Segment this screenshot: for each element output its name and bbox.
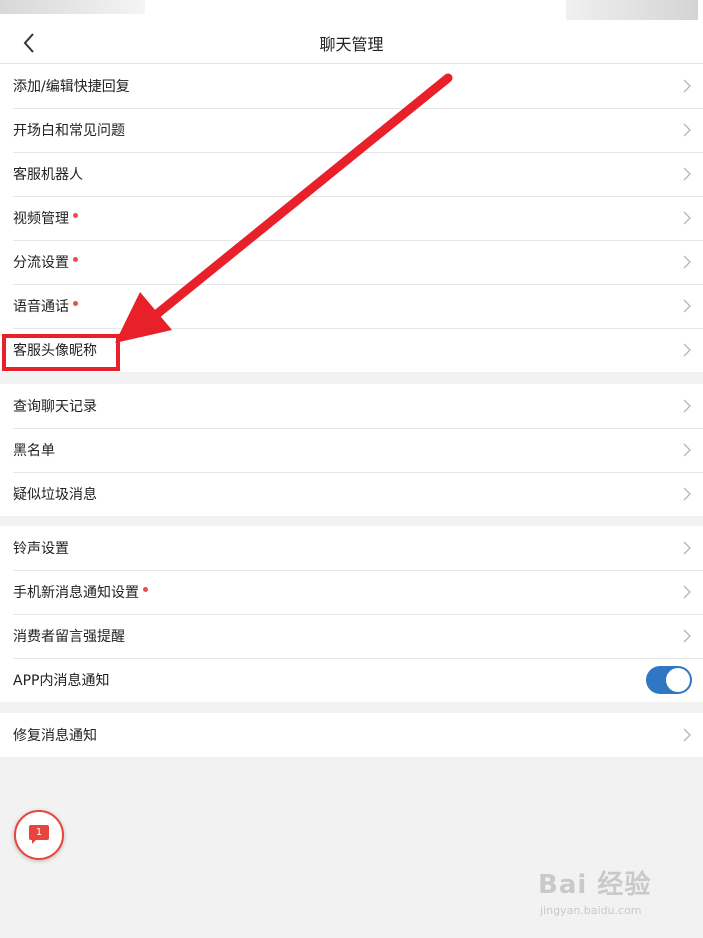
row-consumer-message-alert[interactable]: 消费者留言强提醒 <box>0 614 703 658</box>
row-label: 客服头像昵称 <box>13 343 97 359</box>
row-chat-history[interactable]: 查询聊天记录 <box>0 384 703 428</box>
chevron-right-icon <box>683 585 691 599</box>
chevron-right-icon <box>683 299 691 313</box>
row-blacklist[interactable]: 黑名单 <box>0 428 703 472</box>
row-diversion-settings[interactable]: 分流设置 <box>0 240 703 284</box>
chevron-right-icon <box>683 399 691 413</box>
chevron-right-icon <box>683 487 691 501</box>
blurred-area <box>566 0 698 20</box>
row-repair-notification[interactable]: 修复消息通知 <box>0 713 703 757</box>
watermark-sub: jingyan.baidu.com <box>540 904 642 917</box>
chevron-right-icon <box>683 167 691 181</box>
row-quick-reply[interactable]: 添加/编辑快捷回复 <box>0 64 703 108</box>
row-mobile-notification[interactable]: 手机新消息通知设置 <box>0 570 703 614</box>
row-opening-faq[interactable]: 开场白和常见问题 <box>0 108 703 152</box>
row-label: 视频管理 <box>13 211 69 227</box>
new-dot-badge <box>73 256 78 262</box>
row-video-management[interactable]: 视频管理 <box>0 196 703 240</box>
row-spam-messages[interactable]: 疑似垃圾消息 <box>0 472 703 516</box>
chevron-right-icon <box>683 255 691 269</box>
row-ringtone[interactable]: 铃声设置 <box>0 526 703 570</box>
settings-group-2: 查询聊天记录 黑名单 疑似垃圾消息 <box>0 384 703 516</box>
settings-group-1: 添加/编辑快捷回复 开场白和常见问题 客服机器人 视频管理 分流设置 语音通话 … <box>0 64 703 372</box>
chat-fab-button[interactable]: 1 <box>14 810 64 860</box>
row-label: 查询聊天记录 <box>13 399 97 415</box>
row-label: 添加/编辑快捷回复 <box>13 79 130 95</box>
row-label: 消费者留言强提醒 <box>13 629 125 645</box>
blurred-area <box>0 0 145 14</box>
chevron-right-icon <box>683 123 691 137</box>
new-dot-badge <box>73 300 78 306</box>
row-label: 客服机器人 <box>13 167 83 183</box>
row-label: 手机新消息通知设置 <box>13 585 139 601</box>
chevron-right-icon <box>683 541 691 555</box>
row-label: 语音通话 <box>13 299 69 315</box>
row-label: APP内消息通知 <box>13 673 110 689</box>
page-title: 聊天管理 <box>319 35 384 54</box>
row-label: 黑名单 <box>13 443 55 459</box>
row-label: 分流设置 <box>13 255 69 271</box>
row-label: 修复消息通知 <box>13 728 97 744</box>
new-dot-badge <box>73 212 78 218</box>
app-notification-toggle[interactable] <box>646 666 692 694</box>
row-label: 铃声设置 <box>13 541 69 557</box>
row-voice-call[interactable]: 语音通话 <box>0 284 703 328</box>
chevron-right-icon <box>683 79 691 93</box>
nav-bar: 聊天管理 <box>0 22 703 64</box>
status-bar-remnant <box>0 0 703 22</box>
unread-count: 1 <box>35 827 43 838</box>
settings-group-4: 修复消息通知 <box>0 713 703 757</box>
row-app-notification: APP内消息通知 <box>0 658 703 702</box>
row-label: 疑似垃圾消息 <box>13 487 97 503</box>
row-service-robot[interactable]: 客服机器人 <box>0 152 703 196</box>
row-avatar-nickname[interactable]: 客服头像昵称 <box>0 328 703 372</box>
toggle-knob <box>666 668 690 692</box>
watermark-main: Bai 经验 <box>538 870 652 900</box>
watermark: Bai 经验 jingyan.baidu.com <box>538 860 678 920</box>
chevron-right-icon <box>683 728 691 742</box>
chevron-right-icon <box>683 443 691 457</box>
chevron-right-icon <box>683 211 691 225</box>
settings-group-3: 铃声设置 手机新消息通知设置 消费者留言强提醒 APP内消息通知 <box>0 526 703 702</box>
chevron-right-icon <box>683 343 691 357</box>
new-dot-badge <box>143 586 148 592</box>
row-label: 开场白和常见问题 <box>13 123 125 139</box>
chevron-right-icon <box>683 629 691 643</box>
